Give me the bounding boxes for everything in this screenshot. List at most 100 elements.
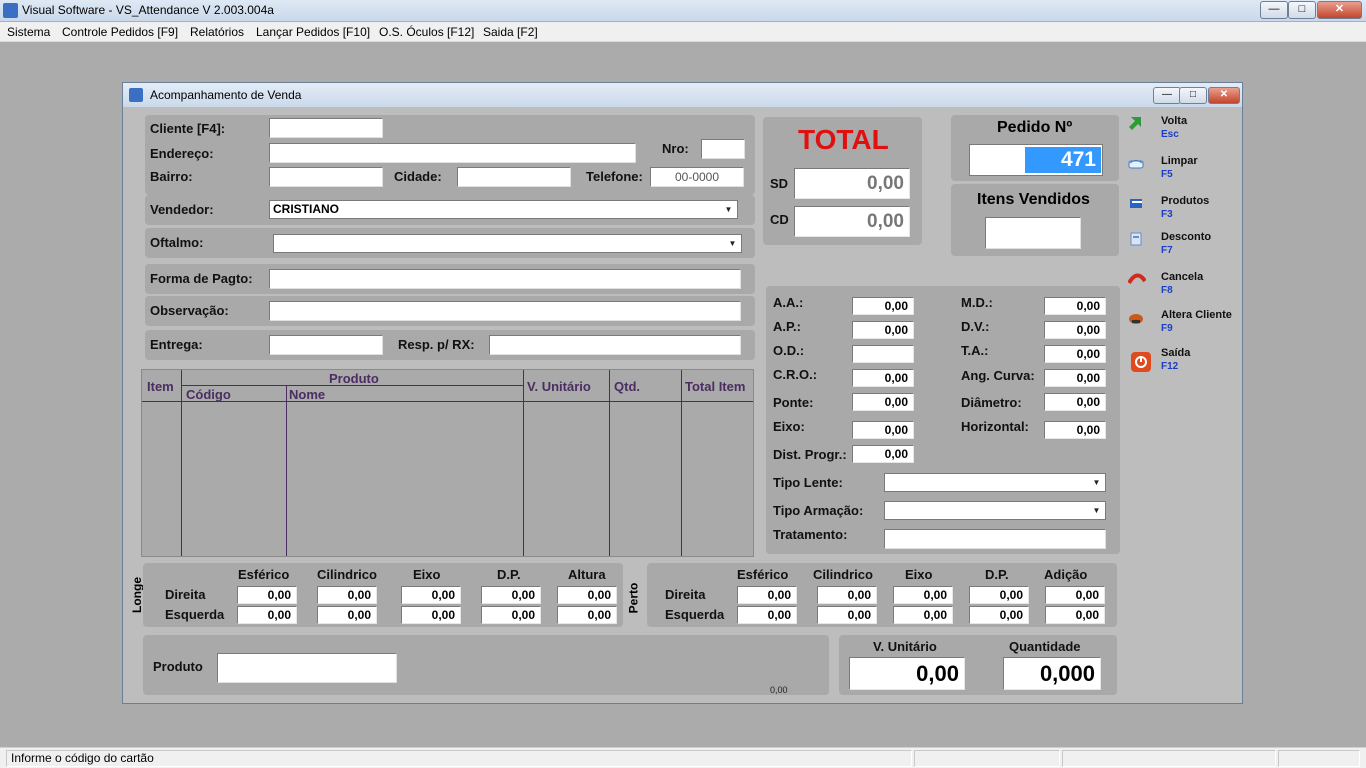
- tratamento-input[interactable]: [884, 529, 1106, 549]
- chevron-down-icon[interactable]: ▼: [722, 203, 735, 216]
- perto-direita-cilindrico[interactable]: 0,00: [817, 586, 877, 604]
- action-limpar[interactable]: Limpar F5: [1125, 153, 1240, 187]
- perto-direita-dp[interactable]: 0,00: [969, 586, 1029, 604]
- longe-col-eixo: Eixo: [413, 567, 441, 582]
- perto-esquerda-dp[interactable]: 0,00: [969, 606, 1029, 624]
- ta-value[interactable]: 0,00: [1044, 345, 1106, 363]
- table-divider: [523, 370, 524, 556]
- col-produto: Produto: [329, 371, 379, 386]
- resp-rx-input[interactable]: [489, 335, 741, 355]
- od-label: O.D.:: [773, 343, 805, 358]
- nro-input[interactable]: [701, 139, 745, 159]
- md-value[interactable]: 0,00: [1044, 297, 1106, 315]
- longe-esquerda-esferico[interactable]: 0,00: [237, 606, 297, 624]
- aa-label: A.A.:: [773, 295, 804, 310]
- perto-esquerda-label: Esquerda: [665, 607, 725, 622]
- total-panel: TOTAL SD 0,00 CD 0,00: [763, 117, 922, 245]
- perto-side-label: Perto: [626, 582, 641, 614]
- perto-col-esferico: Esférico: [737, 567, 789, 582]
- menu-controle-pedidos[interactable]: Controle Pedidos [F9]: [62, 25, 178, 39]
- maximize-button[interactable]: □: [1288, 1, 1316, 19]
- menu-saida[interactable]: Saida [F2]: [483, 25, 538, 39]
- v-unitario-value: 0,00: [849, 657, 965, 690]
- longe-direita-dp[interactable]: 0,00: [481, 586, 541, 604]
- ap-label: A.P.:: [773, 319, 801, 334]
- close-button[interactable]: ✕: [1317, 1, 1362, 19]
- longe-panel: Esférico Cilindrico Eixo D.P. Altura Dir…: [143, 563, 623, 627]
- observacao-input[interactable]: [269, 301, 741, 321]
- chevron-down-icon[interactable]: ▼: [726, 237, 739, 250]
- action-produtos[interactable]: Produtos F3: [1125, 193, 1240, 227]
- longe-direita-eixo[interactable]: 0,00: [401, 586, 461, 604]
- menu-sistema[interactable]: Sistema: [7, 25, 50, 39]
- action-altera-cliente[interactable]: Altera Cliente F9: [1125, 307, 1240, 341]
- longe-direita-esferico[interactable]: 0,00: [237, 586, 297, 604]
- endereco-input[interactable]: [269, 143, 636, 163]
- menu-os-oculos[interactable]: O.S. Óculos [F12]: [379, 25, 474, 39]
- tipo-lente-select[interactable]: ▼: [884, 473, 1106, 492]
- tipo-armacao-label: Tipo Armação:: [773, 503, 864, 518]
- action-saida[interactable]: Saída F12: [1125, 345, 1240, 379]
- perto-esquerda-adicao[interactable]: 0,00: [1045, 606, 1105, 624]
- vendedor-panel: Vendedor: CRISTIANO ▼: [145, 195, 755, 225]
- ponte-value[interactable]: 0,00: [852, 393, 914, 411]
- ang-curva-label: Ang. Curva:: [961, 368, 1035, 383]
- telefone-input[interactable]: 00-0000: [650, 167, 744, 187]
- chevron-down-icon[interactable]: ▼: [1090, 504, 1103, 517]
- perto-direita-adicao[interactable]: 0,00: [1045, 586, 1105, 604]
- dialog-close-button[interactable]: ✕: [1208, 87, 1240, 104]
- longe-direita-cilindrico[interactable]: 0,00: [317, 586, 377, 604]
- menu-relatorios[interactable]: Relatórios: [190, 25, 244, 39]
- action-desconto[interactable]: Desconto F7: [1125, 229, 1240, 263]
- sd-label: SD: [770, 176, 789, 191]
- minimize-button[interactable]: —: [1260, 1, 1288, 19]
- perto-esquerda-eixo[interactable]: 0,00: [893, 606, 953, 624]
- cro-value[interactable]: 0,00: [852, 369, 914, 387]
- dist-progr-value[interactable]: 0,00: [852, 445, 914, 463]
- eixo-value[interactable]: 0,00: [852, 421, 914, 439]
- quantidade-label: Quantidade: [1009, 639, 1081, 654]
- longe-esquerda-cilindrico[interactable]: 0,00: [317, 606, 377, 624]
- perto-esquerda-esferico[interactable]: 0,00: [737, 606, 797, 624]
- bairro-label: Bairro:: [150, 169, 193, 184]
- action-volta-label: Volta: [1161, 115, 1188, 127]
- dv-value[interactable]: 0,00: [1044, 321, 1106, 339]
- v-unitario-label: V. Unitário: [873, 639, 937, 654]
- perto-direita-esferico[interactable]: 0,00: [737, 586, 797, 604]
- items-table[interactable]: Item Produto Código Nome V. Unitário Qtd…: [141, 369, 754, 557]
- ap-value[interactable]: 0,00: [852, 321, 914, 339]
- menu-lancar-pedidos[interactable]: Lançar Pedidos [F10]: [256, 25, 370, 39]
- produto-input[interactable]: [217, 653, 397, 683]
- oftalmo-select[interactable]: ▼: [273, 234, 742, 253]
- horizontal-label: Horizontal:: [961, 419, 1029, 434]
- longe-direita-altura[interactable]: 0,00: [557, 586, 617, 604]
- forma-pagto-label: Forma de Pagto:: [150, 271, 253, 286]
- horizontal-value[interactable]: 0,00: [1044, 421, 1106, 439]
- action-produtos-key: F3: [1161, 209, 1173, 220]
- cliente-input[interactable]: [269, 118, 383, 138]
- longe-esquerda-eixo[interactable]: 0,00: [401, 606, 461, 624]
- od-value[interactable]: [852, 345, 914, 363]
- entrega-input[interactable]: [269, 335, 383, 355]
- sd-value: 0,00: [794, 168, 910, 199]
- forma-pagto-input[interactable]: [269, 269, 741, 289]
- action-cancela[interactable]: Cancela F8: [1125, 269, 1240, 303]
- aa-value[interactable]: 0,00: [852, 297, 914, 315]
- itens-vendidos-label: Itens Vendidos: [977, 191, 1090, 208]
- cidade-input[interactable]: [457, 167, 571, 187]
- ang-curva-value[interactable]: 0,00: [1044, 369, 1106, 387]
- longe-esquerda-altura[interactable]: 0,00: [557, 606, 617, 624]
- longe-esquerda-dp[interactable]: 0,00: [481, 606, 541, 624]
- dialog-maximize-button[interactable]: □: [1179, 87, 1207, 104]
- dialog-minimize-button[interactable]: —: [1153, 87, 1181, 104]
- vendedor-label: Vendedor:: [150, 202, 214, 217]
- perto-esquerda-cilindrico[interactable]: 0,00: [817, 606, 877, 624]
- tipo-armacao-select[interactable]: ▼: [884, 501, 1106, 520]
- perto-direita-eixo[interactable]: 0,00: [893, 586, 953, 604]
- total-title: TOTAL: [798, 124, 889, 155]
- diametro-value[interactable]: 0,00: [1044, 393, 1106, 411]
- action-volta[interactable]: Volta Esc: [1125, 113, 1240, 147]
- chevron-down-icon[interactable]: ▼: [1090, 476, 1103, 489]
- vendedor-select[interactable]: CRISTIANO ▼: [269, 200, 738, 219]
- bairro-input[interactable]: [269, 167, 383, 187]
